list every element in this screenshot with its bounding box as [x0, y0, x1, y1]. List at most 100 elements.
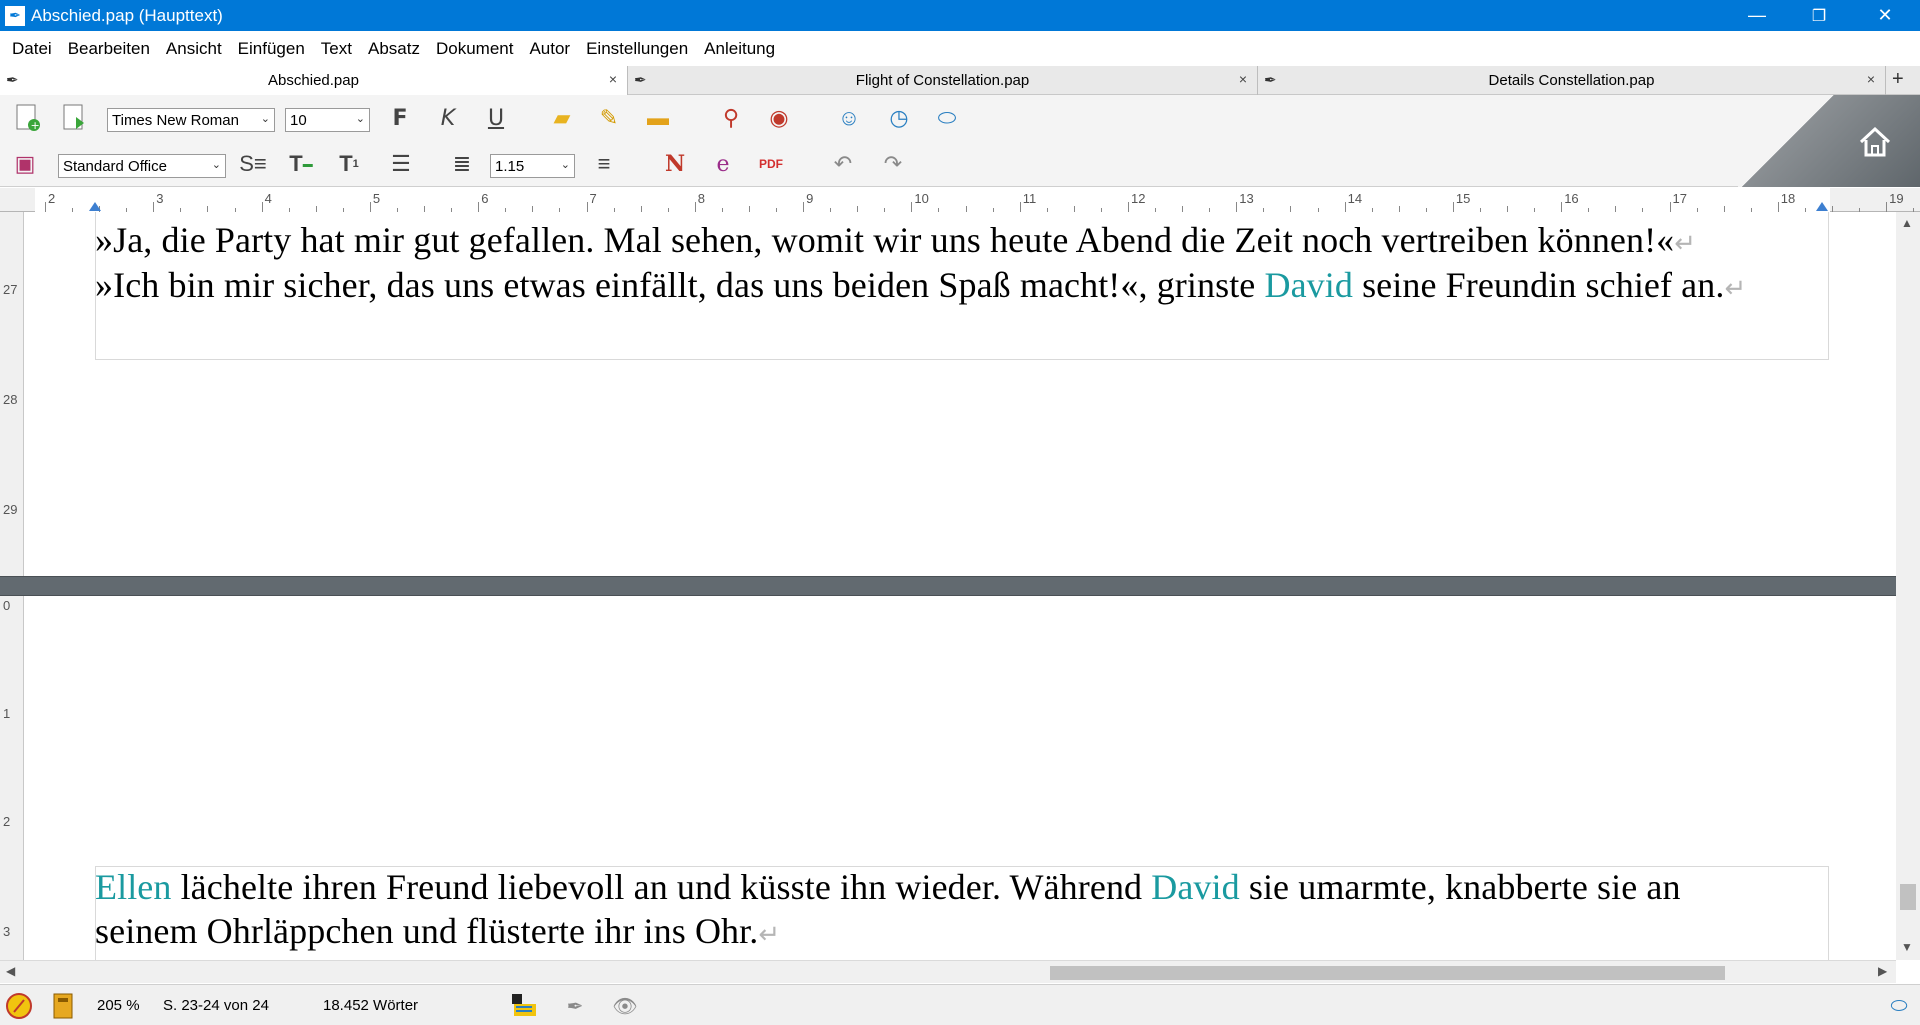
- ruler-number: 18: [1780, 191, 1796, 206]
- menu-dokument[interactable]: Dokument: [428, 39, 521, 59]
- papyrus-document-icon: ✒: [1264, 71, 1277, 89]
- notebook-icon[interactable]: [48, 991, 78, 1021]
- vruler-number: 29: [3, 502, 18, 517]
- ruler-number: 14: [1347, 191, 1363, 206]
- line-spacing-value: 1.15: [495, 157, 525, 175]
- tab-close-icon[interactable]: ×: [1867, 71, 1875, 87]
- scroll-up-arrow[interactable]: ▲: [1901, 216, 1913, 230]
- horizontal-ruler[interactable]: 2 3 4 5 6 7 8 9 10 11 12 13 14 15 16 17 18 19: [0, 188, 1920, 212]
- text-line[interactable]: »Ja, die Party hat mir gut gefallen. Mal…: [95, 219, 1696, 261]
- papyrus-logo-icon[interactable]: [4, 991, 34, 1021]
- export-n-icon[interactable]: N: [658, 147, 692, 181]
- style-list-icon[interactable]: S≡: [236, 147, 270, 181]
- scrollbar-thumb[interactable]: [1900, 884, 1916, 910]
- ruler-scale: 2 3 4 5 6 7 8 9 10 11 12 13 14 15 16 17 18 19: [35, 188, 1915, 212]
- menu-autor[interactable]: Autor: [521, 39, 578, 59]
- papyrus-document-icon: ✒: [6, 71, 19, 89]
- underline-button[interactable]: U: [479, 101, 513, 135]
- text-line[interactable]: »Ich bin mir sicher, das uns etwas einfä…: [95, 264, 1746, 306]
- superscript-icon[interactable]: T ▬: [284, 147, 318, 181]
- right-indent-marker[interactable]: [1816, 202, 1828, 211]
- home-icon[interactable]: [1855, 122, 1895, 162]
- ruler-major-tick: [1236, 202, 1238, 212]
- tab-close-icon[interactable]: ×: [1239, 71, 1247, 87]
- style-value: Standard Office: [63, 157, 167, 175]
- papyrus-app-icon[interactable]: ✒: [5, 5, 25, 26]
- scrollbar-thumb[interactable]: [1050, 966, 1725, 980]
- font-family-select[interactable]: Times New Roman ⌄: [107, 108, 275, 132]
- characters-icon[interactable]: ☺: [832, 101, 866, 135]
- duden-icon[interactable]: [510, 991, 540, 1021]
- ruler-major-tick: [694, 202, 696, 212]
- spellcheck-icon[interactable]: ⚲: [714, 101, 748, 135]
- text-line[interactable]: Ellen lächelte ihren Freund liebevoll an…: [95, 866, 1681, 908]
- subscript-icon[interactable]: T1: [332, 147, 366, 181]
- tab-details-constellation[interactable]: ✒ Details Constellation.pap ×: [1258, 66, 1886, 95]
- menu-text[interactable]: Text: [313, 39, 360, 59]
- italic-button[interactable]: K: [431, 101, 465, 135]
- tab-label: Details Constellation.pap: [1488, 72, 1655, 89]
- text-line[interactable]: seinem Ohrläppchen und flüsterte ihr ins…: [95, 910, 780, 952]
- ruler-number: 13: [1239, 191, 1254, 206]
- menu-einstellungen[interactable]: Einstellungen: [578, 39, 696, 59]
- tab-flight-of-constellation[interactable]: ✒ Flight of Constellation.pap ×: [628, 66, 1258, 95]
- menu-absatz[interactable]: Absatz: [360, 39, 428, 59]
- menu-anleitung[interactable]: Anleitung: [696, 39, 783, 59]
- chevron-down-icon: ⌄: [211, 159, 221, 171]
- eye-icon[interactable]: 👁: [610, 991, 640, 1021]
- bold-button[interactable]: F: [383, 101, 417, 135]
- mindmap-icon[interactable]: ⬭: [930, 101, 964, 135]
- timeline-icon[interactable]: ◷: [882, 101, 916, 135]
- ruler-number: 7: [589, 191, 597, 206]
- ruler-major-tick: [1886, 202, 1888, 212]
- redo-icon[interactable]: ↷: [876, 147, 910, 181]
- marker-icon[interactable]: ✎: [592, 101, 626, 135]
- open-document-icon[interactable]: [58, 101, 92, 135]
- pane-splitter[interactable]: [0, 576, 1896, 596]
- scroll-left-arrow[interactable]: ◀: [6, 964, 15, 978]
- scroll-down-arrow[interactable]: ▼: [1901, 940, 1913, 954]
- undo-icon[interactable]: ↶: [826, 147, 860, 181]
- add-tab-button[interactable]: +: [1892, 68, 1904, 91]
- save-icon[interactable]: ▣: [8, 147, 42, 181]
- align-left-icon[interactable]: ☰: [384, 147, 418, 181]
- vruler-number: 2: [3, 814, 11, 829]
- ruler-major-tick: [1452, 202, 1454, 212]
- ruler-major-tick: [1019, 202, 1021, 212]
- vruler-number: 3: [3, 924, 11, 939]
- mindmap-status-icon[interactable]: ⬭: [1884, 991, 1914, 1021]
- scroll-right-arrow[interactable]: ▶: [1878, 964, 1887, 978]
- close-button[interactable]: ✕: [1858, 0, 1912, 31]
- menu-bearbeiten[interactable]: Bearbeiten: [60, 39, 158, 59]
- tab-abschied[interactable]: ✒ Abschied.pap ×: [0, 66, 628, 95]
- quill-icon[interactable]: ✒: [560, 991, 590, 1021]
- ruler-major-tick: [45, 202, 46, 212]
- minimize-button[interactable]: —: [1730, 0, 1784, 31]
- export-ebook-icon[interactable]: e: [706, 147, 740, 181]
- menu-einfuegen[interactable]: Einfügen: [230, 39, 313, 59]
- character-name: David: [1151, 867, 1240, 907]
- menu-ansicht[interactable]: Ansicht: [158, 39, 230, 59]
- zoom-level[interactable]: 205 %: [97, 997, 140, 1014]
- tab-close-icon[interactable]: ×: [609, 71, 617, 87]
- document-pane-top[interactable]: »Ja, die Party hat mir gut gefallen. Mal…: [24, 212, 1894, 576]
- style-select[interactable]: Standard Office ⌄: [58, 154, 226, 178]
- read-aloud-icon[interactable]: ◉: [762, 101, 796, 135]
- export-pdf-icon[interactable]: PDF: [754, 147, 788, 181]
- text-run: seine Freundin schief an.: [1352, 265, 1725, 305]
- font-size-select[interactable]: 10 ⌄: [285, 108, 370, 132]
- line-spacing-icon[interactable]: ≣: [445, 147, 479, 181]
- paragraph-format-icon[interactable]: ≡: [587, 147, 621, 181]
- menu-bar: Datei Bearbeiten Ansicht Einfügen Text A…: [0, 31, 1920, 66]
- comment-icon[interactable]: ▬: [641, 101, 675, 135]
- line-spacing-select[interactable]: 1.15 ⌄: [490, 154, 575, 178]
- left-indent-marker[interactable]: [89, 202, 101, 211]
- chevron-down-icon: ⌄: [260, 113, 270, 125]
- maximize-button[interactable]: ❐: [1792, 0, 1846, 31]
- menu-datei[interactable]: Datei: [4, 39, 60, 59]
- new-document-icon[interactable]: +: [10, 101, 44, 135]
- horizontal-scrollbar[interactable]: ◀ ▶: [0, 960, 1896, 983]
- sticky-note-icon[interactable]: ▰: [545, 101, 579, 135]
- document-pane-bottom[interactable]: Ellen lächelte ihren Freund liebevoll an…: [24, 596, 1894, 960]
- vertical-scrollbar[interactable]: ▲ ▼: [1896, 212, 1920, 960]
